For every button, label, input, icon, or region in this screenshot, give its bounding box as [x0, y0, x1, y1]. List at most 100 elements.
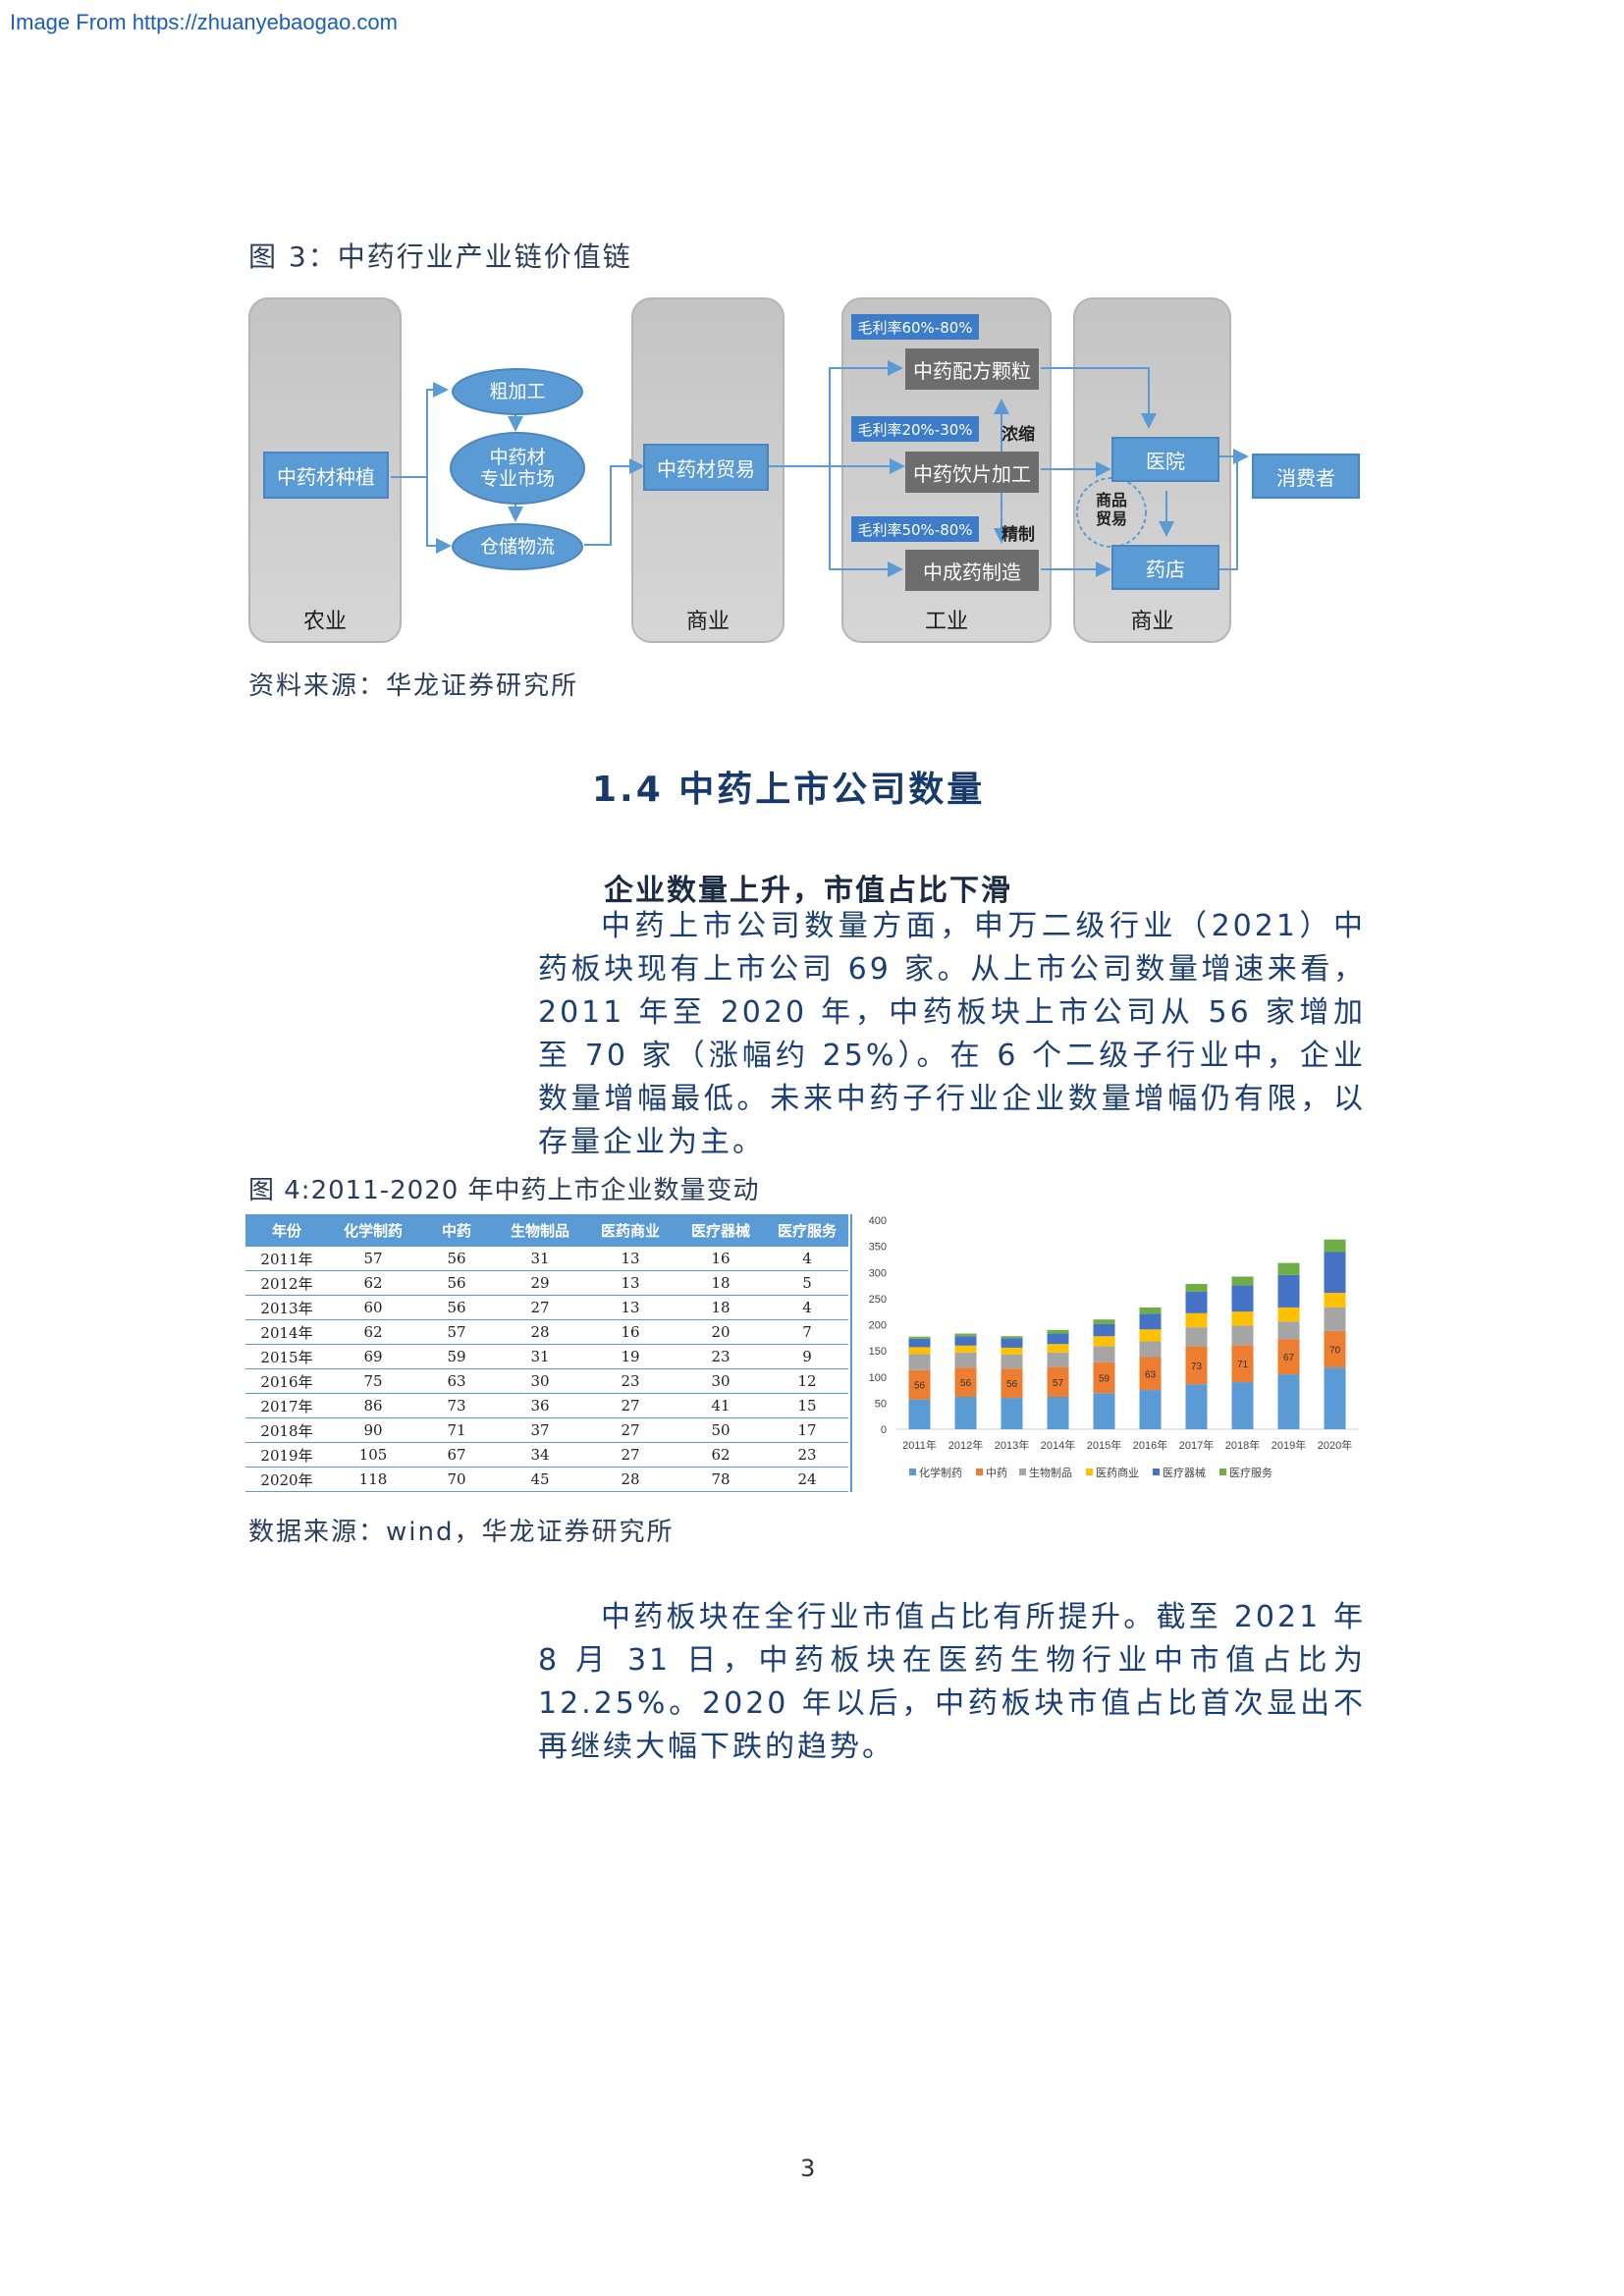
- bar-segment: [1185, 1312, 1208, 1328]
- table-cell-year: 2012年: [245, 1270, 328, 1296]
- section-paragraph: 中药上市公司数量方面，申万二级行业（2021）中药板块现有上市公司 69 家。从…: [538, 905, 1366, 1164]
- table-row: 2019年 105 67 34 27 62 23: [245, 1442, 848, 1468]
- bar-segment: [1001, 1347, 1023, 1355]
- y-tick-label: 400: [869, 1215, 887, 1227]
- table-cell: 23: [676, 1344, 766, 1369]
- bar-segment: [1277, 1321, 1300, 1340]
- table-cell-year: 2016年: [245, 1368, 328, 1394]
- legend-label: 医药商业: [1096, 1466, 1139, 1479]
- x-tick-label: 2017年: [1179, 1438, 1214, 1452]
- bar-segment: [1001, 1336, 1023, 1339]
- x-tick-label: 2012年: [948, 1438, 983, 1452]
- bar-segment: [908, 1338, 931, 1348]
- node-patent-medicine: 中成药制造: [905, 550, 1039, 591]
- bar-segment: [1231, 1325, 1254, 1346]
- table-cell: 62: [676, 1442, 766, 1468]
- bar-segment: [1185, 1327, 1208, 1347]
- y-tick-label: 100: [869, 1372, 887, 1384]
- node-hospital: 医院: [1111, 437, 1219, 482]
- table-cell: 4: [766, 1247, 848, 1271]
- bar-segment: [954, 1336, 977, 1346]
- table-cell: 27: [495, 1295, 585, 1320]
- section-subhead: 企业数量上升，市值占比下滑: [604, 874, 1012, 908]
- x-tick-label: 2015年: [1087, 1438, 1121, 1452]
- bar-segment: [1185, 1384, 1208, 1429]
- table-cell: 7: [766, 1319, 848, 1345]
- paragraph-2: 中药板块在全行业市值占比有所提升。截至 2021 年 8 月 31 日，中药板块…: [538, 1600, 1366, 1764]
- table-cell: 34: [495, 1442, 585, 1468]
- y-tick-label: 350: [869, 1242, 887, 1254]
- table-cell: 78: [676, 1467, 766, 1492]
- table-cell: 60: [328, 1295, 418, 1320]
- table-cell: 27: [585, 1442, 676, 1468]
- bar-segment: [1047, 1329, 1069, 1334]
- table-cell: 23: [766, 1442, 848, 1468]
- legend-label: 中药: [986, 1467, 1007, 1479]
- table-cell: 31: [495, 1247, 585, 1271]
- table-cell: 57: [418, 1319, 495, 1345]
- table-header-row: 年份 化学制药 中药 生物制品 医药商业 医疗器械 医疗服务: [245, 1214, 848, 1247]
- bar-segment: [1047, 1396, 1069, 1429]
- table-cell: 30: [495, 1368, 585, 1394]
- y-tick-label: 250: [869, 1294, 887, 1306]
- legend-label: 医疗器械: [1163, 1466, 1206, 1479]
- table-cell: 28: [585, 1467, 676, 1492]
- legend-swatch: [976, 1468, 983, 1475]
- table-cell: 63: [418, 1368, 495, 1394]
- legend-swatch: [1086, 1468, 1093, 1475]
- table-cell: 4: [766, 1295, 848, 1320]
- node-herb-trade: 中药材贸易: [643, 444, 769, 491]
- y-tick-label: 300: [869, 1267, 887, 1279]
- table-row: 2020年 118 70 45 28 78 24: [245, 1467, 848, 1492]
- bar-segment: [1139, 1313, 1162, 1330]
- table-cell: 16: [585, 1319, 676, 1345]
- table-cell: 45: [495, 1467, 585, 1492]
- table-cell: 71: [418, 1417, 495, 1443]
- figure4-source: 数据来源：wind，华龙证券研究所: [248, 1518, 675, 1547]
- bar-segment: [1001, 1398, 1023, 1429]
- node-consumer: 消费者: [1252, 454, 1360, 499]
- bar-segment: [1047, 1352, 1069, 1367]
- margin-tag: 毛利率60%-80%: [851, 314, 979, 340]
- legend-swatch: [1219, 1468, 1226, 1475]
- x-tick-label: 2013年: [995, 1438, 1029, 1452]
- x-tick-label: 2020年: [1318, 1438, 1352, 1452]
- table-cell: 23: [585, 1368, 676, 1394]
- table-cell: 56: [418, 1270, 495, 1296]
- source-watermark[interactable]: Image From https://zhuanyebaogao.com: [10, 10, 398, 35]
- bar-segment: [1277, 1274, 1300, 1308]
- bar-segment: [908, 1399, 931, 1429]
- table-cell: 19: [585, 1344, 676, 1369]
- legend-label: 生物制品: [1029, 1466, 1072, 1479]
- goods-trade-label: 商品 贸易: [1080, 491, 1143, 528]
- bar-segment: [1324, 1239, 1346, 1253]
- table-cell: 36: [495, 1393, 585, 1418]
- y-tick-label: 0: [881, 1424, 887, 1436]
- table-cell: 20: [676, 1319, 766, 1345]
- bar-segment: [1277, 1374, 1300, 1429]
- table-cell: 50: [676, 1417, 766, 1443]
- table-cell: 28: [495, 1319, 585, 1345]
- bar-segment: [1047, 1333, 1069, 1345]
- table-row: 2017年 86 73 36 27 41 15: [245, 1393, 848, 1418]
- table-header: 化学制药: [328, 1214, 418, 1247]
- bar-segment: [954, 1345, 977, 1353]
- data-label: 67: [1283, 1353, 1295, 1363]
- table-cell: 70: [418, 1467, 495, 1492]
- table-cell-year: 2015年: [245, 1344, 328, 1369]
- bar-segment: [954, 1396, 977, 1429]
- table-header: 医疗服务: [766, 1214, 848, 1247]
- bar-segment: [1139, 1341, 1162, 1358]
- bar-segment: [1093, 1336, 1115, 1347]
- bar-segment: [1093, 1346, 1115, 1362]
- table-cell: 24: [766, 1467, 848, 1492]
- table-cell: 27: [585, 1417, 676, 1443]
- table-cell: 90: [328, 1417, 418, 1443]
- table-cell: 18: [676, 1295, 766, 1320]
- x-tick-label: 2019年: [1272, 1438, 1306, 1452]
- figure3-title: 图 3：中药行业产业链价值链: [248, 240, 632, 273]
- bar-segment: [1277, 1307, 1300, 1322]
- table-cell: 13: [585, 1247, 676, 1271]
- bar-segment: [1001, 1354, 1023, 1369]
- bar-segment: [1231, 1311, 1254, 1326]
